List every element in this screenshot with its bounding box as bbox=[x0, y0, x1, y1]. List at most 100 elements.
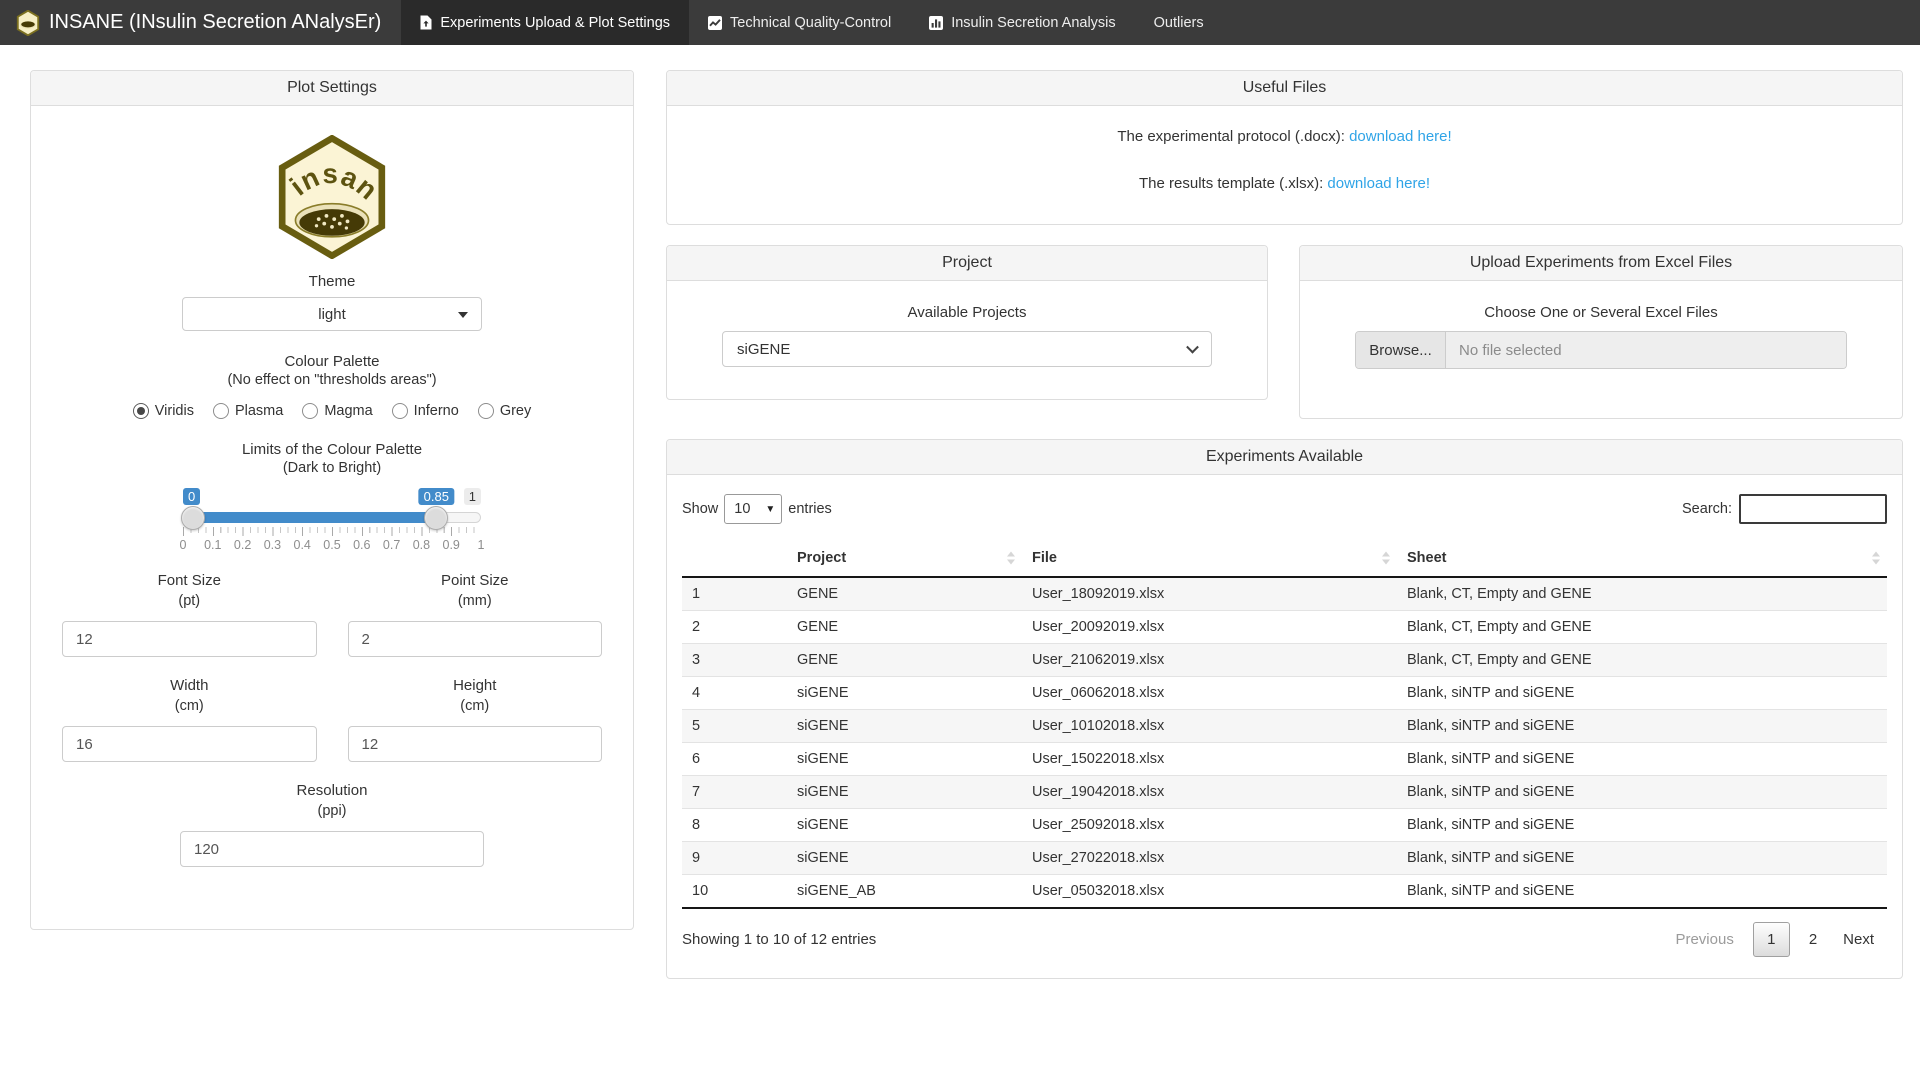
point-size-input[interactable] bbox=[348, 621, 603, 657]
useful-files-title: Useful Files bbox=[667, 71, 1902, 106]
width-label: Width bbox=[62, 677, 317, 694]
table-row[interactable]: 9 siGENE User_27022018.xlsx Blank, siNTP… bbox=[682, 842, 1887, 875]
sort-icon bbox=[1872, 552, 1880, 565]
protocol-download-link[interactable]: download here! bbox=[1349, 128, 1452, 145]
font-size-label: Font Size bbox=[62, 572, 317, 589]
cell-file: User_21062019.xlsx bbox=[1022, 644, 1397, 677]
cell-sheet: Blank, siNTP and siGENE bbox=[1397, 677, 1887, 710]
width-input[interactable] bbox=[62, 726, 317, 762]
project-select-value: siGENE bbox=[737, 341, 790, 358]
radio-inferno[interactable]: Inferno bbox=[392, 403, 459, 419]
table-row[interactable]: 5 siGENE User_10102018.xlsx Blank, siNTP… bbox=[682, 710, 1887, 743]
column-header-sheet[interactable]: Sheet bbox=[1397, 540, 1887, 577]
cell-project: siGENE bbox=[787, 743, 1022, 776]
experiments-panel: Experiments Available Show 10 ▼ entries … bbox=[666, 439, 1903, 979]
radio-grey[interactable]: Grey bbox=[478, 403, 531, 419]
tab-experiments-upload[interactable]: Experiments Upload & Plot Settings bbox=[401, 0, 689, 45]
slider-from-value: 0 bbox=[183, 488, 200, 505]
cell-file: User_25092018.xlsx bbox=[1022, 809, 1397, 842]
table-row[interactable]: 8 siGENE User_25092018.xlsx Blank, siNTP… bbox=[682, 809, 1887, 842]
tab-insulin-secretion[interactable]: Insulin Secretion Analysis bbox=[910, 0, 1134, 45]
slider-tick-label: 1 bbox=[478, 538, 485, 552]
insane-logo-icon bbox=[16, 10, 40, 36]
radio-label: Grey bbox=[500, 403, 531, 419]
cell-project: siGENE bbox=[787, 842, 1022, 875]
resolution-input[interactable] bbox=[180, 831, 484, 867]
pagination-previous[interactable]: Previous bbox=[1662, 923, 1746, 956]
browse-button[interactable]: Browse... bbox=[1356, 332, 1446, 368]
search-input[interactable] bbox=[1739, 494, 1887, 524]
upload-panel: Upload Experiments from Excel Files Choo… bbox=[1299, 245, 1903, 419]
tab-outliers[interactable]: Outliers bbox=[1135, 0, 1223, 45]
limits-note: (Dark to Bright) bbox=[46, 460, 618, 476]
radio-button-icon bbox=[478, 403, 494, 419]
slider-tick-label: 0.2 bbox=[234, 538, 251, 552]
pagination-page-2[interactable]: 2 bbox=[1796, 923, 1830, 956]
cell-sheet: Blank, siNTP and siGENE bbox=[1397, 710, 1887, 743]
cell-rownum: 4 bbox=[682, 677, 787, 710]
cell-rownum: 8 bbox=[682, 809, 787, 842]
cell-file: User_19042018.xlsx bbox=[1022, 776, 1397, 809]
slider-tick-label: 0.1 bbox=[204, 538, 221, 552]
table-row[interactable]: 6 siGENE User_15022018.xlsx Blank, siNTP… bbox=[682, 743, 1887, 776]
table-row[interactable]: 4 siGENE User_06062018.xlsx Blank, siNTP… bbox=[682, 677, 1887, 710]
table-row[interactable]: 3 GENE User_21062019.xlsx Blank, CT, Emp… bbox=[682, 644, 1887, 677]
useful-files-panel: Useful Files The experimental protocol (… bbox=[666, 70, 1903, 225]
sort-icon bbox=[1007, 552, 1015, 565]
tab-technical-qc[interactable]: Technical Quality-Control bbox=[689, 0, 910, 45]
pagination-next[interactable]: Next bbox=[1830, 923, 1887, 956]
slider-tick-label: 0.7 bbox=[383, 538, 400, 552]
radio-magma[interactable]: Magma bbox=[302, 403, 372, 419]
radio-button-icon bbox=[213, 403, 229, 419]
cell-sheet: Blank, siNTP and siGENE bbox=[1397, 743, 1887, 776]
cell-rownum: 6 bbox=[682, 743, 787, 776]
palette-note: (No effect on "thresholds areas") bbox=[46, 372, 618, 388]
column-label: Sheet bbox=[1407, 550, 1447, 566]
chevron-down-icon bbox=[1186, 341, 1199, 354]
theme-select[interactable]: light bbox=[182, 297, 482, 331]
pagination-page-1[interactable]: 1 bbox=[1753, 922, 1790, 957]
cell-file: User_18092019.xlsx bbox=[1022, 577, 1397, 611]
template-download-link[interactable]: download here! bbox=[1327, 175, 1430, 192]
plot-settings-panel: Plot Settings insane bbox=[30, 70, 634, 930]
cell-project: siGENE_AB bbox=[787, 875, 1022, 909]
column-header-rownum[interactable] bbox=[682, 540, 787, 577]
table-row[interactable]: 7 siGENE User_19042018.xlsx Blank, siNTP… bbox=[682, 776, 1887, 809]
slider-handle-from[interactable] bbox=[181, 506, 205, 530]
cell-file: User_20092019.xlsx bbox=[1022, 611, 1397, 644]
choose-files-label: Choose One or Several Excel Files bbox=[1315, 304, 1887, 321]
radio-viridis[interactable]: Viridis bbox=[133, 403, 194, 419]
tab-label: Technical Quality-Control bbox=[730, 15, 891, 31]
line-chart-icon bbox=[708, 16, 722, 30]
radio-plasma[interactable]: Plasma bbox=[213, 403, 283, 419]
cell-rownum: 9 bbox=[682, 842, 787, 875]
font-size-input[interactable] bbox=[62, 621, 317, 657]
slider-tick-label: 0.8 bbox=[413, 538, 430, 552]
cell-rownum: 10 bbox=[682, 875, 787, 909]
experiments-title: Experiments Available bbox=[667, 440, 1902, 475]
app-brand: INSANE (INsulin Secretion ANalysEr) bbox=[0, 0, 401, 45]
table-row[interactable]: 2 GENE User_20092019.xlsx Blank, CT, Emp… bbox=[682, 611, 1887, 644]
cell-rownum: 7 bbox=[682, 776, 787, 809]
pagination: Previous 1 2 Next bbox=[1662, 922, 1887, 957]
table-row[interactable]: 10 siGENE_AB User_05032018.xlsx Blank, s… bbox=[682, 875, 1887, 909]
page-length-select[interactable]: 10 ▼ bbox=[724, 494, 782, 524]
width-unit: (cm) bbox=[62, 698, 317, 714]
radio-label: Viridis bbox=[155, 403, 194, 419]
entries-label: entries bbox=[788, 501, 832, 517]
theme-select-value: light bbox=[318, 306, 346, 323]
palette-label: Colour Palette bbox=[46, 353, 618, 370]
project-select[interactable]: siGENE bbox=[722, 331, 1212, 367]
height-input[interactable] bbox=[348, 726, 603, 762]
column-header-file[interactable]: File bbox=[1022, 540, 1397, 577]
slider-tick-label: 0.9 bbox=[442, 538, 459, 552]
cell-sheet: Blank, CT, Empty and GENE bbox=[1397, 577, 1887, 611]
available-projects-label: Available Projects bbox=[682, 304, 1252, 321]
cell-rownum: 1 bbox=[682, 577, 787, 611]
column-header-project[interactable]: Project bbox=[787, 540, 1022, 577]
cell-project: siGENE bbox=[787, 710, 1022, 743]
table-row[interactable]: 1 GENE User_18092019.xlsx Blank, CT, Emp… bbox=[682, 577, 1887, 611]
sort-icon bbox=[1382, 552, 1390, 565]
column-label: File bbox=[1032, 550, 1057, 566]
cell-project: siGENE bbox=[787, 677, 1022, 710]
